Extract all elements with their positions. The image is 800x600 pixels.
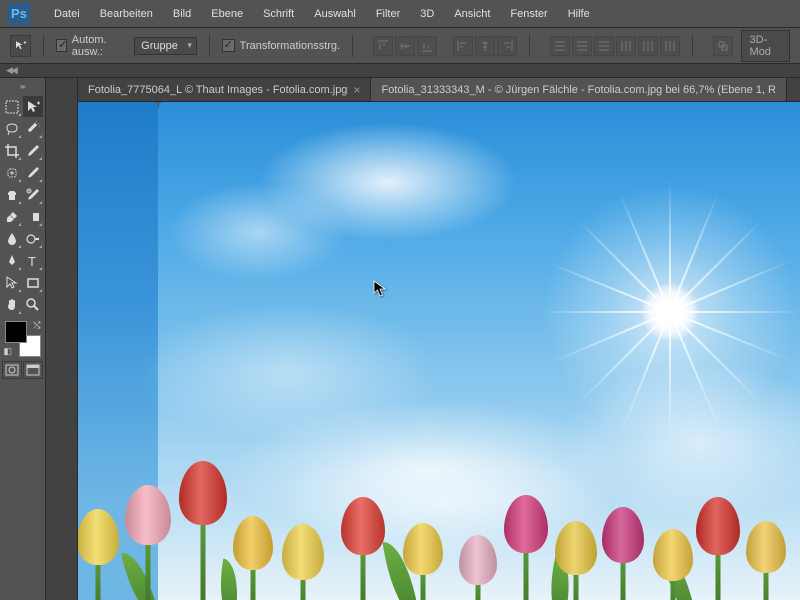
distribute-left-icon[interactable] <box>616 36 636 56</box>
lasso-tool[interactable] <box>2 118 22 139</box>
menu-view[interactable]: Ansicht <box>444 4 500 24</box>
distribute-hcenter-icon[interactable] <box>638 36 658 56</box>
healing-brush-tool[interactable] <box>2 162 22 183</box>
menu-select[interactable]: Auswahl <box>304 4 366 24</box>
clone-stamp-tool[interactable] <box>2 184 22 205</box>
menu-image[interactable]: Bild <box>163 4 201 24</box>
brush-tool[interactable] <box>23 162 43 183</box>
align-bottom-icon[interactable] <box>417 36 437 56</box>
path-selection-tool[interactable] <box>2 272 22 293</box>
dodge-tool[interactable] <box>23 228 43 249</box>
distribute-vcenter-icon[interactable] <box>572 36 592 56</box>
color-swatches[interactable]: ⤭ ◧ <box>5 321 41 357</box>
document-tabs: Fotolia_7775064_L © Thaut Images - Fotol… <box>78 78 800 102</box>
collapse-arrows-icon: ◀◀ <box>6 65 16 76</box>
tab-label: Fotolia_7775064_L © Thaut Images - Fotol… <box>88 84 347 96</box>
options-bar: Autom. ausw.: Gruppe Transformationsstrg… <box>0 28 800 64</box>
auto-select-label: Autom. ausw.: <box>72 34 126 58</box>
gradient-tool[interactable] <box>23 206 43 227</box>
menu-filter[interactable]: Filter <box>366 4 410 24</box>
document-area: Fotolia_7775064_L © Thaut Images - Fotol… <box>78 78 800 600</box>
arrange-icon[interactable] <box>713 36 733 56</box>
align-group-2 <box>453 36 517 56</box>
app-logo[interactable]: Ps <box>8 3 30 25</box>
divider <box>352 35 353 57</box>
align-vcenter-icon[interactable] <box>395 36 415 56</box>
swap-colors-icon[interactable]: ⤭ <box>33 320 40 331</box>
hand-tool[interactable] <box>2 294 22 315</box>
distribute-bottom-icon[interactable] <box>594 36 614 56</box>
menu-3d[interactable]: 3D <box>410 4 444 24</box>
auto-select-option[interactable]: Autom. ausw.: <box>56 34 126 58</box>
screen-mode-toggle[interactable] <box>23 361 43 379</box>
distribute-group <box>550 36 680 56</box>
tab-close-icon[interactable]: × <box>353 83 360 97</box>
distribute-right-icon[interactable] <box>660 36 680 56</box>
eyedropper-tool[interactable] <box>23 140 43 161</box>
divider <box>43 35 44 57</box>
zoom-tool[interactable] <box>23 294 43 315</box>
align-left-icon[interactable] <box>453 36 473 56</box>
divider <box>692 35 693 57</box>
pen-tool[interactable] <box>2 250 22 271</box>
align-hcenter-icon[interactable] <box>475 36 495 56</box>
marquee-tool[interactable] <box>2 96 22 117</box>
menu-type[interactable]: Schrift <box>253 4 304 24</box>
align-right-icon[interactable] <box>497 36 517 56</box>
foreground-color[interactable] <box>5 321 27 343</box>
align-top-icon[interactable] <box>373 36 393 56</box>
current-tool-icon[interactable] <box>10 35 31 57</box>
menu-help[interactable]: Hilfe <box>558 4 600 24</box>
menu-window[interactable]: Fenster <box>500 4 557 24</box>
auto-select-mode-dropdown[interactable]: Gruppe <box>134 37 197 55</box>
rectangle-tool[interactable] <box>23 272 43 293</box>
transform-controls-option[interactable]: Transformationsstrg. <box>222 39 340 52</box>
panel-collapse-strip[interactable]: ◀◀ <box>0 64 800 78</box>
tools-dock-handle[interactable]: ▸▸ <box>2 82 43 92</box>
transform-checkbox[interactable] <box>222 39 235 52</box>
canvas[interactable] <box>78 102 800 600</box>
tulips-graphic <box>78 440 800 600</box>
transform-label: Transformationsstrg. <box>240 40 340 52</box>
divider <box>209 35 210 57</box>
crop-tool[interactable] <box>2 140 22 161</box>
magic-wand-tool[interactable] <box>23 118 43 139</box>
arrange-group <box>713 36 733 56</box>
menu-bar: Ps Datei Bearbeiten Bild Ebene Schrift A… <box>0 0 800 28</box>
distribute-top-icon[interactable] <box>550 36 570 56</box>
history-brush-tool[interactable] <box>23 184 43 205</box>
divider <box>529 35 530 57</box>
type-tool[interactable]: T <box>23 250 43 271</box>
doc-gutter <box>46 78 78 600</box>
quick-mask-toggle[interactable] <box>2 361 22 379</box>
auto-select-checkbox[interactable] <box>56 39 67 52</box>
document-tab[interactable]: Fotolia_31333343_M - © Jürgen Fälchle - … <box>371 78 787 101</box>
tab-label: Fotolia_31333343_M - © Jürgen Fälchle - … <box>381 84 776 96</box>
default-colors-icon[interactable]: ◧ <box>4 346 13 357</box>
eraser-tool[interactable] <box>2 206 22 227</box>
menu-file[interactable]: Datei <box>44 4 90 24</box>
move-tool[interactable] <box>23 96 43 117</box>
menu-layer[interactable]: Ebene <box>201 4 253 24</box>
svg-text:T: T <box>28 254 36 269</box>
align-group-1 <box>373 36 437 56</box>
mode-3d-button[interactable]: 3D-Mod <box>741 30 790 62</box>
document-tab[interactable]: Fotolia_7775064_L © Thaut Images - Fotol… <box>78 78 371 101</box>
tools-panel: ▸▸ T <box>0 78 46 600</box>
menu-edit[interactable]: Bearbeiten <box>90 4 163 24</box>
blur-tool[interactable] <box>2 228 22 249</box>
